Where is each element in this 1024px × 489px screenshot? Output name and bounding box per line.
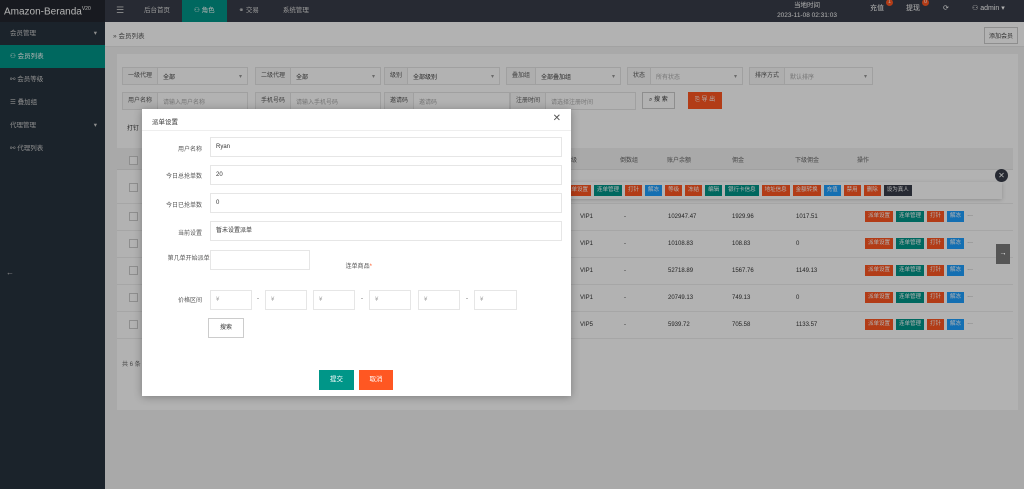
today-done-label: 今日已抢单数 xyxy=(165,203,202,209)
submit-button[interactable]: 提交 xyxy=(319,370,354,390)
price-min-3[interactable]: ¥ xyxy=(418,290,460,310)
username-label: 用户名称 xyxy=(177,147,202,153)
current-setting-label: 当前设置 xyxy=(177,231,202,237)
modal-title: 派单设置 xyxy=(152,119,178,126)
start-order-label: 第几单开始派单* xyxy=(152,255,212,264)
price-max-2[interactable]: ¥ xyxy=(369,290,411,310)
today-total-field[interactable]: 20 xyxy=(210,165,562,185)
modal-header: 派单设置 ✕ xyxy=(142,109,571,131)
goods-search-button[interactable]: 搜索 xyxy=(208,318,244,338)
today-total-label: 今日总抢单数 xyxy=(165,174,202,180)
cancel-button[interactable]: 取消 xyxy=(359,370,393,390)
price-max-1[interactable]: ¥ xyxy=(265,290,307,310)
price-range-label: 价格区间 xyxy=(177,298,202,304)
linked-goods-label: 连单商品* xyxy=(345,264,372,270)
current-setting-field: 暂未设置派单 xyxy=(210,221,562,241)
price-dash: - xyxy=(361,296,363,302)
dispatch-settings-modal: 派单设置 ✕ 用户名称 Ryan 今日总抢单数 20 今日已抢单数 0 当前设置… xyxy=(142,109,571,396)
close-icon[interactable]: ✕ xyxy=(553,114,561,124)
price-dash: - xyxy=(257,296,259,302)
today-done-field[interactable]: 0 xyxy=(210,193,562,213)
arrow-right-icon[interactable]: → xyxy=(996,244,1010,264)
price-max-3[interactable]: ¥ xyxy=(474,290,517,310)
username-field[interactable]: Ryan xyxy=(210,137,562,157)
start-order-field[interactable] xyxy=(210,250,310,270)
start-order-label-text: 第几单开始派单 xyxy=(167,256,210,262)
price-min-2[interactable]: ¥ xyxy=(313,290,355,310)
price-dash: - xyxy=(466,296,468,302)
linked-goods-label-text: 连单商品 xyxy=(345,264,370,270)
price-min-1[interactable]: ¥ xyxy=(210,290,252,310)
